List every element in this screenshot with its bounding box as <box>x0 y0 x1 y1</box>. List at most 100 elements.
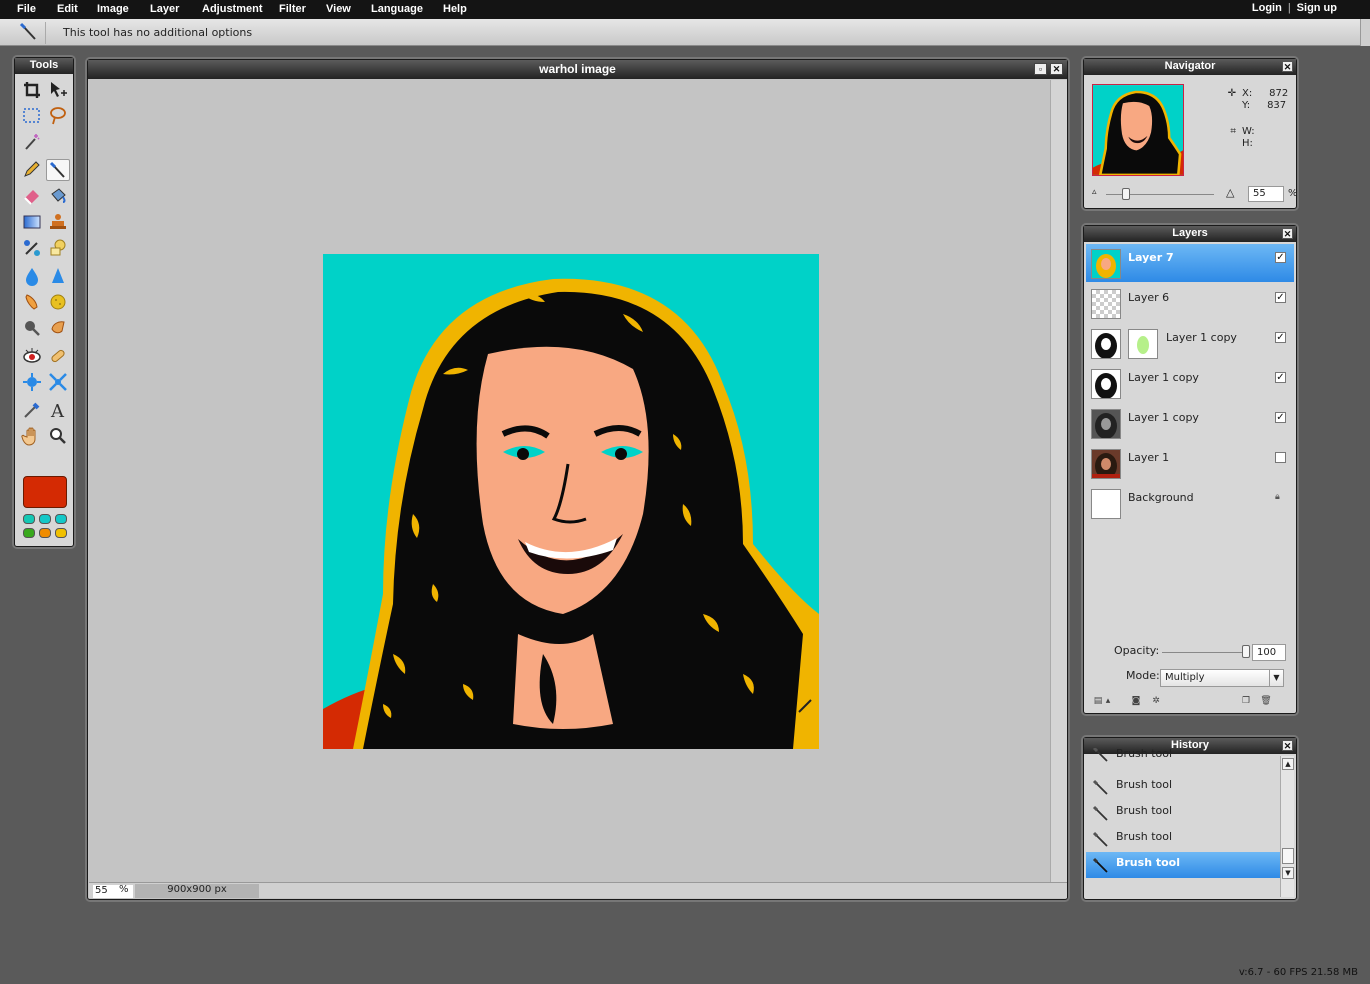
history-item[interactable]: Brush tool <box>1086 800 1280 826</box>
layer-visibility-checkbox[interactable]: ✓ <box>1275 332 1286 343</box>
preset-color-1[interactable] <box>23 514 35 524</box>
layer-mask-thumbnail[interactable] <box>1128 329 1158 359</box>
zoom-slider-handle[interactable] <box>1122 188 1130 200</box>
zoom-in-icon[interactable]: △ <box>1226 186 1234 199</box>
scroll-up-icon[interactable]: ▲ <box>1282 758 1294 770</box>
layer-visibility-checkbox[interactable]: ✓ <box>1275 252 1286 263</box>
history-item[interactable]: Brush tool <box>1086 748 1280 766</box>
spot-heal-icon[interactable] <box>46 345 70 367</box>
layer-opacity: Opacity: 100 <box>1114 644 1294 662</box>
sponge-icon[interactable] <box>46 291 70 313</box>
move-icon[interactable] <box>46 79 70 101</box>
smudge-icon[interactable] <box>20 291 44 313</box>
preset-color-6[interactable] <box>55 528 67 538</box>
clone-stamp-icon[interactable] <box>46 211 70 233</box>
color-replace-icon[interactable] <box>20 237 44 259</box>
layer-thumbnail <box>1091 289 1121 319</box>
history-item-selected[interactable]: Brush tool <box>1086 852 1280 878</box>
new-layer-icon[interactable]: ❐ <box>1240 695 1252 707</box>
dropdown-arrow-icon[interactable]: ▴ <box>1102 695 1114 707</box>
layer-styles-icon[interactable]: ✲ <box>1150 695 1162 707</box>
menu-help[interactable]: Help <box>443 3 467 15</box>
lasso-icon[interactable] <box>46 105 70 127</box>
layer-row[interactable]: Layer 7 ✓ <box>1086 244 1294 282</box>
close-icon[interactable]: ✕ <box>1050 63 1063 75</box>
eraser-icon[interactable] <box>20 185 44 207</box>
layer-visibility-checkbox[interactable] <box>1275 452 1286 463</box>
layer-row[interactable]: Layer 6 ✓ <box>1086 284 1294 322</box>
zoom-out-icon[interactable]: ▵ <box>1092 187 1097 197</box>
menu-adjustment[interactable]: Adjustment <box>202 3 263 15</box>
layer-name: Layer 1 copy <box>1166 331 1237 344</box>
menu-bar: File Edit Image Layer Adjustment Filter … <box>0 0 1370 19</box>
layers-toolbar: ▤ ▴ ◙ ✲ ❐ 🗑︎ <box>1088 695 1292 709</box>
menu-view[interactable]: View <box>326 3 351 15</box>
signup-link[interactable]: Sign up <box>1297 2 1337 14</box>
opacity-slider-handle[interactable] <box>1242 645 1250 658</box>
navigator-zoom-input[interactable]: 55 <box>1248 186 1284 202</box>
menu-filter[interactable]: Filter <box>279 3 306 15</box>
document-image[interactable] <box>323 254 819 749</box>
close-icon[interactable]: ✕ <box>1282 61 1293 72</box>
layer-visibility-checkbox[interactable]: ✓ <box>1275 412 1286 423</box>
layer-row[interactable]: Layer 1 copy ✓ <box>1086 324 1294 362</box>
preset-color-4[interactable] <box>23 528 35 538</box>
shape-icon[interactable] <box>46 237 70 259</box>
menu-image[interactable]: Image <box>97 3 129 15</box>
pinch-icon[interactable] <box>46 371 70 393</box>
pencil-icon[interactable] <box>20 159 44 181</box>
sharpen-icon[interactable] <box>46 265 70 287</box>
magic-wand-icon[interactable] <box>20 131 44 153</box>
preset-color-2[interactable] <box>39 514 51 524</box>
layer-visibility-checkbox[interactable]: ✓ <box>1275 372 1286 383</box>
layer-row[interactable]: Background 🔒︎ <box>1086 484 1294 522</box>
red-eye-icon[interactable] <box>20 345 44 367</box>
layer-row[interactable]: Layer 1 copy ✓ <box>1086 404 1294 442</box>
menu-file[interactable]: File <box>17 3 36 15</box>
zoom-icon[interactable] <box>46 425 70 447</box>
maximize-icon[interactable]: ▫ <box>1034 63 1047 75</box>
close-icon[interactable]: ✕ <box>1282 740 1293 751</box>
brush-tool-button[interactable] <box>46 159 70 181</box>
preset-color-5[interactable] <box>39 528 51 538</box>
canvas-area[interactable] <box>89 80 1051 883</box>
close-icon[interactable]: ✕ <box>1282 228 1293 239</box>
type-icon[interactable]: A <box>46 399 70 421</box>
bucket-icon[interactable] <box>46 185 70 207</box>
history-item[interactable]: Brush tool <box>1086 826 1280 852</box>
layer-row[interactable]: Layer 1 <box>1086 444 1294 482</box>
burn-icon[interactable] <box>46 317 70 339</box>
layer-row[interactable]: Layer 1 copy ✓ <box>1086 364 1294 402</box>
dodge-icon[interactable] <box>20 317 44 339</box>
opacity-slider-track[interactable] <box>1162 652 1246 653</box>
menu-layer[interactable]: Layer <box>150 3 179 15</box>
navigator-zoom-unit: % <box>1288 188 1298 199</box>
layer-thumbnail <box>1091 329 1121 359</box>
blend-mode-select[interactable]: Multiply ▼ <box>1160 669 1284 687</box>
trash-icon[interactable]: 🗑︎ <box>1260 695 1272 707</box>
scroll-down-icon[interactable]: ▼ <box>1282 867 1294 879</box>
navigator-thumbnail[interactable] <box>1092 84 1184 176</box>
canvas-vertical-scrollbar[interactable] <box>1050 80 1067 883</box>
menu-language[interactable]: Language <box>371 3 423 15</box>
layer-visibility-checkbox[interactable]: ✓ <box>1275 292 1286 303</box>
add-mask-icon[interactable]: ◙ <box>1130 695 1142 707</box>
tool-options-bar: This tool has no additional options <box>0 19 1370 46</box>
history-scrollbar[interactable]: ▲ ▼ <box>1280 756 1294 897</box>
login-link[interactable]: Login <box>1252 2 1282 14</box>
menu-edit[interactable]: Edit <box>57 3 78 15</box>
foreground-color-swatch[interactable] <box>23 476 67 508</box>
bloat-icon[interactable] <box>20 371 44 393</box>
preset-color-3[interactable] <box>55 514 67 524</box>
opacity-input[interactable]: 100 <box>1252 644 1286 661</box>
document-status-bar: 55 % 900x900 px <box>89 882 1067 898</box>
history-scroll-thumb[interactable] <box>1282 848 1294 864</box>
gradient-icon[interactable] <box>20 211 44 233</box>
marquee-icon[interactable] <box>20 105 44 127</box>
history-item[interactable]: Brush tool <box>1086 774 1280 800</box>
crop-icon[interactable] <box>20 79 44 101</box>
blur-icon[interactable] <box>20 265 44 287</box>
version-info: v:6.7 - 60 FPS 21.58 MB <box>1238 967 1358 978</box>
hand-icon[interactable] <box>20 425 44 447</box>
color-picker-icon[interactable] <box>20 399 44 421</box>
